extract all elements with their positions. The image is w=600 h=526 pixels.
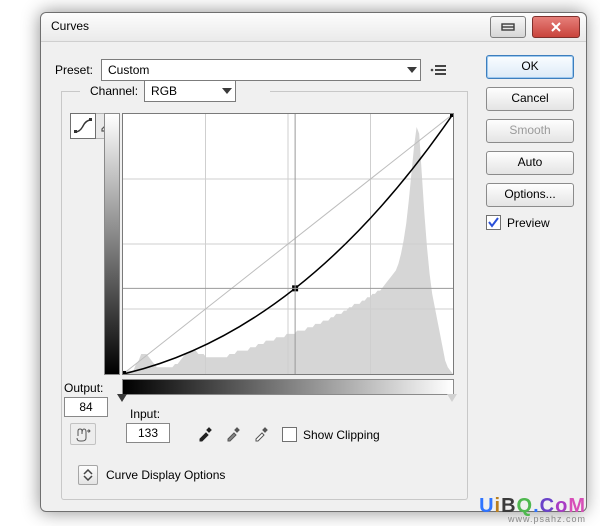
channel-value: RGB (145, 84, 197, 98)
black-point-slider[interactable] (117, 394, 127, 402)
input-field[interactable]: 133 (126, 423, 170, 443)
ok-button[interactable]: OK (486, 55, 574, 79)
curve-hand-icon (74, 426, 92, 442)
expand-icon (82, 469, 94, 481)
curves-dialog: Curves OK Cancel Smooth Auto Optio (40, 12, 587, 512)
close-icon (549, 21, 563, 33)
chevron-down-icon (222, 86, 232, 96)
curve-display-toggle[interactable] (78, 465, 98, 485)
preset-combo[interactable]: Custom (101, 59, 421, 81)
input-label: Input: (130, 407, 170, 421)
eyedropper-gray-icon (225, 426, 241, 442)
curve-group: Channel: RGB (61, 91, 468, 500)
options-button[interactable]: Options... (486, 183, 574, 207)
eyedropper-gray-button[interactable] (224, 425, 242, 443)
chevron-down-icon (407, 65, 417, 75)
preset-menu-icon (430, 63, 446, 77)
output-field[interactable]: 84 (64, 397, 108, 417)
curve-tool-icon (74, 118, 92, 134)
preset-value: Custom (102, 63, 169, 77)
titlebar[interactable]: Curves (41, 13, 586, 42)
minimize-button[interactable] (490, 16, 526, 38)
channel-combo[interactable]: RGB (144, 80, 236, 102)
preset-label: Preset: (55, 63, 93, 77)
cancel-button[interactable]: Cancel (486, 87, 574, 111)
auto-button[interactable]: Auto (486, 151, 574, 175)
white-point-slider[interactable] (447, 394, 457, 402)
window-title: Curves (51, 19, 89, 33)
preview-checkbox[interactable]: Preview (486, 215, 572, 230)
targeted-adjust-button[interactable] (70, 423, 96, 445)
checkbox-icon (282, 427, 297, 442)
preview-label: Preview (507, 216, 550, 230)
output-gradient (104, 113, 120, 375)
smooth-button[interactable]: Smooth (486, 119, 574, 143)
watermark: UiBQ.CoM www.psahz.com (479, 495, 586, 520)
close-button[interactable] (532, 16, 580, 38)
eyedropper-black-button[interactable] (196, 425, 214, 443)
curve-display-options-label: Curve Display Options (106, 468, 225, 482)
curve-point-tool-button[interactable] (70, 113, 96, 139)
checkbox-icon (486, 215, 501, 230)
show-clipping-checkbox[interactable]: Show Clipping (282, 427, 380, 442)
eyedropper-black-icon (197, 426, 213, 442)
minimize-icon (500, 22, 516, 32)
output-label: Output: (64, 381, 108, 395)
preset-menu-button[interactable] (429, 61, 447, 79)
curve-graph[interactable] (122, 113, 454, 375)
input-gradient (122, 379, 454, 395)
channel-label: Channel: (90, 84, 138, 98)
show-clipping-label: Show Clipping (303, 428, 380, 442)
eyedropper-white-icon (253, 426, 269, 442)
eyedropper-white-button[interactable] (252, 425, 270, 443)
